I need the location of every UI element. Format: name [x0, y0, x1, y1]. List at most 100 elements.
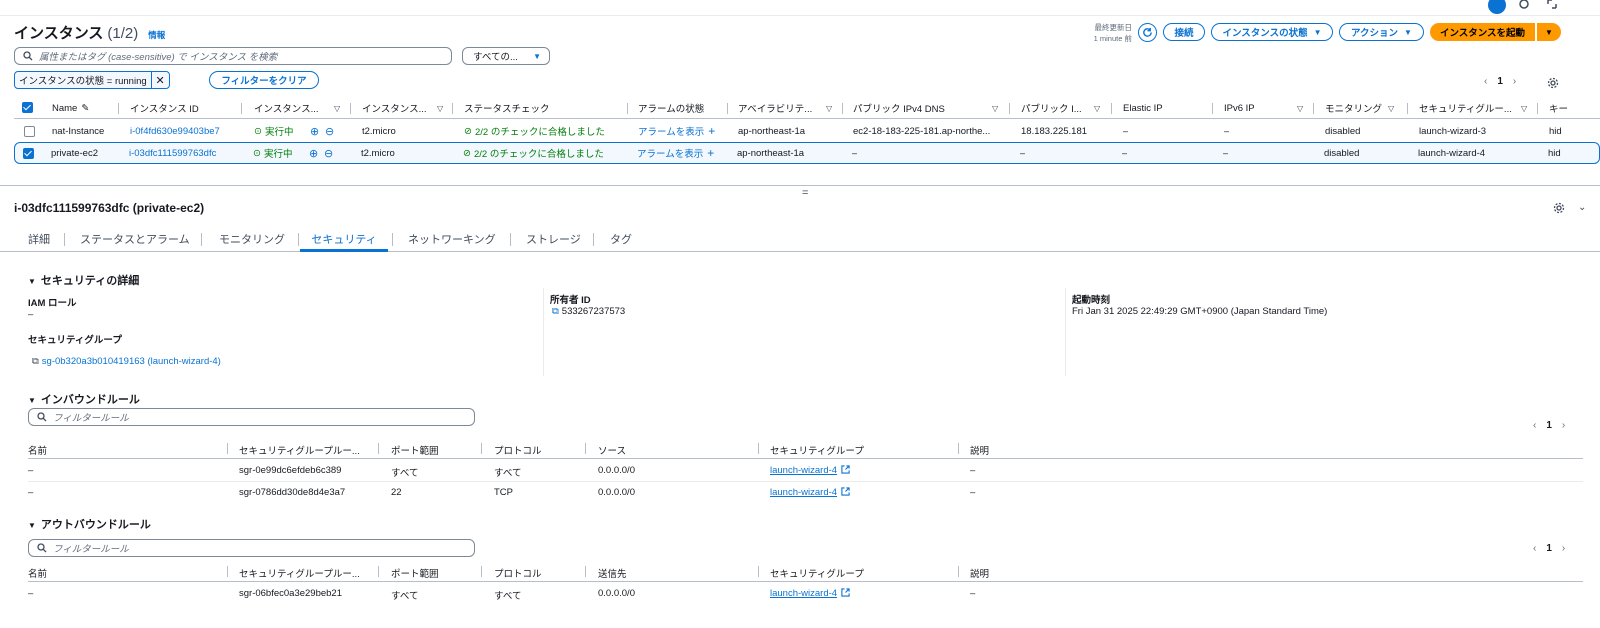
inbound-filter-input[interactable]: フィルタールール — [28, 408, 475, 426]
row-checkbox[interactable] — [23, 142, 34, 164]
prev-page-icon[interactable]: ‹ — [1533, 543, 1536, 554]
row-checkbox[interactable] — [24, 120, 35, 142]
col-header-type[interactable]: インスタンス... — [362, 100, 427, 116]
zoom-in-icon[interactable]: ⊕ — [310, 120, 319, 142]
panel-splitter[interactable] — [0, 185, 1600, 186]
sort-caret-icon[interactable]: ▽ — [1521, 104, 1527, 113]
col-header-dns[interactable]: パブリック IPv4 DNS — [853, 100, 945, 116]
col-header-id[interactable]: インスタンス ID — [130, 100, 199, 116]
external-link-icon — [841, 588, 850, 597]
zoom-out-icon[interactable]: ⊖ — [325, 120, 334, 142]
connect-button[interactable]: 接続 — [1163, 23, 1205, 41]
tab-networking[interactable]: ネットワーキング — [408, 228, 496, 250]
tab-monitoring[interactable]: モニタリング — [219, 228, 285, 250]
security-group-link[interactable]: ⧉ sg-0b320a3b010419163 (launch-wizard-4) — [32, 356, 221, 367]
next-page-icon[interactable]: › — [1562, 420, 1565, 431]
tab-details[interactable]: 詳細 — [28, 228, 50, 250]
col-header-description[interactable]: 説明 — [970, 443, 989, 457]
tab-status-alarms[interactable]: ステータスとアラーム — [80, 228, 190, 250]
col-header-source[interactable]: ソース — [598, 443, 626, 457]
detail-settings-icon[interactable] — [1553, 202, 1565, 217]
security-group: launch-wizard-3 — [1419, 125, 1487, 137]
current-page[interactable]: 1 — [1497, 76, 1503, 87]
preferences-gear-icon[interactable] — [1547, 77, 1559, 92]
console-home-icon[interactable] — [1488, 0, 1506, 14]
col-header-az[interactable]: アベイラビリテ... — [738, 100, 812, 116]
instance-search-input[interactable]: 属性またはタグ (case-sensitive) で インスタンス を検索 — [14, 47, 452, 65]
col-header-sg[interactable]: セキュリティグルー... — [1419, 100, 1512, 116]
col-header-port[interactable]: ポート範囲 — [391, 566, 439, 580]
security-group-link[interactable]: launch-wizard-4 — [770, 487, 850, 498]
sort-caret-icon[interactable]: ▽ — [334, 104, 340, 113]
next-page-icon[interactable]: › — [1513, 76, 1516, 87]
col-header-rule-id[interactable]: セキュリティグループルー... — [239, 443, 360, 457]
table-row-selected[interactable]: private-ec2 i-03dfc111599763dfc ⊙ 実行中 ⊕ ⊖… — [14, 142, 1600, 164]
security-group-link[interactable]: launch-wizard-4 — [770, 588, 850, 599]
col-header-destination[interactable]: 送信先 — [598, 566, 627, 580]
clear-filter-button[interactable]: フィルターをクリア — [209, 71, 319, 89]
col-header-alarm[interactable]: アラームの状態 — [638, 100, 704, 116]
tab-security[interactable]: セキュリティ — [300, 228, 388, 252]
current-page[interactable]: 1 — [1546, 543, 1552, 554]
col-divider — [585, 566, 586, 577]
col-header-monitoring[interactable]: モニタリング — [1325, 100, 1382, 116]
zoom-out-icon[interactable]: ⊖ — [324, 142, 333, 164]
info-link[interactable]: 情報 — [148, 29, 165, 41]
sort-caret-icon[interactable]: ▽ — [437, 104, 443, 113]
expand-icon[interactable] — [1546, 0, 1560, 12]
collapse-chevron-icon[interactable]: ⌄ — [1578, 202, 1586, 213]
launch-dropdown-button[interactable]: ▼ — [1537, 23, 1561, 41]
col-header-ipv6[interactable]: IPv6 IP — [1224, 100, 1255, 116]
sort-caret-icon[interactable]: ▽ — [1094, 104, 1100, 113]
col-header-port[interactable]: ポート範囲 — [391, 443, 439, 457]
col-header-description[interactable]: 説明 — [970, 566, 989, 580]
launch-instance-button[interactable]: インスタンスを起動 — [1430, 23, 1535, 41]
col-header-key[interactable]: キー — [1549, 100, 1568, 116]
outbound-rules-header[interactable]: ▼ アウトバウンドルール — [28, 516, 151, 532]
col-header-eip[interactable]: Elastic IP — [1123, 100, 1163, 116]
col-header-status-check[interactable]: ステータスチェック — [464, 100, 550, 116]
col-header-name[interactable]: Name ✎ — [52, 100, 89, 116]
prev-page-icon[interactable]: ‹ — [1533, 420, 1536, 431]
copy-icon[interactable]: ⧉ — [552, 306, 559, 317]
security-group-link[interactable]: launch-wizard-4 — [770, 465, 850, 476]
col-header-state[interactable]: インスタンス... — [254, 100, 319, 116]
sort-caret-icon[interactable]: ▽ — [992, 104, 998, 113]
key-name: hid — [1548, 147, 1561, 159]
sort-caret-icon[interactable]: ▽ — [1297, 104, 1303, 113]
instance-id-link[interactable]: i-0f4fd630e99403be7 — [130, 120, 220, 142]
drag-handle-icon[interactable]: = — [802, 187, 808, 199]
sort-caret-icon[interactable]: ▽ — [826, 104, 832, 113]
col-header-name[interactable]: 名前 — [28, 443, 47, 457]
inbound-rules-header[interactable]: ▼ インバウンドルール — [28, 391, 140, 407]
filter-select[interactable]: すべての... ▼ — [462, 47, 550, 65]
sort-caret-icon[interactable]: ▽ — [1388, 104, 1394, 113]
col-header-security-group[interactable]: セキュリティグループ — [770, 443, 864, 457]
settings-icon[interactable] — [1518, 0, 1532, 12]
copy-icon[interactable]: ⧉ — [32, 356, 39, 367]
remove-filter-icon[interactable]: ✕ — [150, 72, 169, 88]
instance-id-link[interactable]: i-03dfc111599763dfc — [129, 142, 216, 164]
actions-button[interactable]: アクション ▼ — [1339, 23, 1424, 41]
security-details-header[interactable]: ▼ セキュリティの詳細 — [28, 272, 139, 288]
col-header-ip[interactable]: パブリック I... — [1021, 100, 1082, 116]
col-header-name[interactable]: 名前 — [28, 566, 47, 580]
tab-tags[interactable]: タグ — [610, 228, 632, 250]
table-row[interactable]: nat-Instance i-0f4fd630e99403be7 ⊙ 実行中 ⊕ … — [14, 120, 1600, 142]
refresh-button[interactable] — [1138, 23, 1157, 42]
select-all-checkbox[interactable] — [22, 102, 33, 113]
outbound-filter-input[interactable]: フィルタールール — [28, 539, 475, 557]
col-header-protocol[interactable]: プロトコル — [494, 566, 542, 580]
prev-page-icon[interactable]: ‹ — [1484, 76, 1487, 87]
next-page-icon[interactable]: › — [1562, 543, 1565, 554]
tab-storage[interactable]: ストレージ — [526, 228, 581, 250]
instance-state-button[interactable]: インスタンスの状態 ▼ — [1211, 23, 1333, 41]
col-header-rule-id[interactable]: セキュリティグループルー... — [239, 566, 360, 580]
col-header-security-group[interactable]: セキュリティグループ — [770, 566, 864, 580]
col-header-protocol[interactable]: プロトコル — [494, 443, 542, 457]
view-alarms-link[interactable]: アラームを表示 + — [637, 142, 714, 164]
col-ip-label: パブリック I... — [1021, 104, 1082, 115]
current-page[interactable]: 1 — [1546, 420, 1552, 431]
view-alarms-link[interactable]: アラームを表示 + — [638, 120, 715, 142]
zoom-in-icon[interactable]: ⊕ — [309, 142, 318, 164]
